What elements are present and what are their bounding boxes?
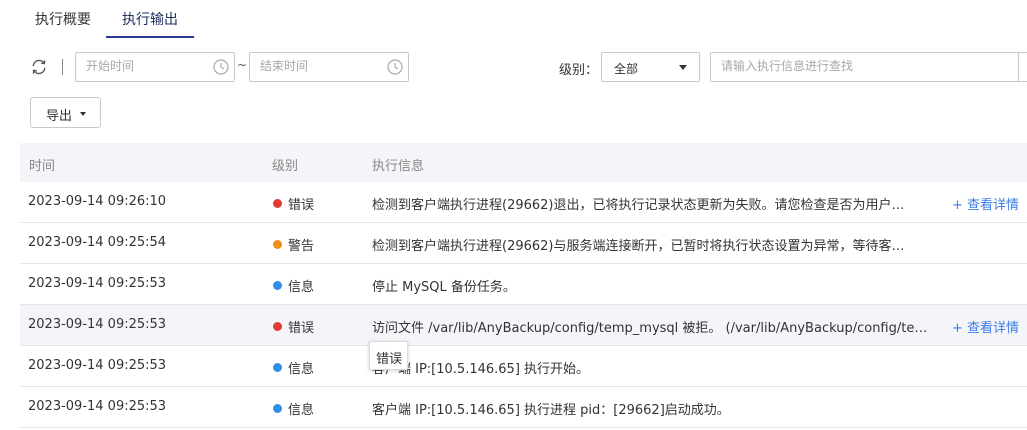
toolbar-divider <box>62 59 63 75</box>
column-header-time: 时间 <box>29 159 56 174</box>
row-time: 2023-09-14 09:25:53 <box>28 317 167 332</box>
table-row: 2023-09-14 09:25:53 信息 停止 MySQL 备份任务。 <box>20 264 1027 305</box>
start-time-picker[interactable] <box>75 52 235 82</box>
level-select[interactable]: 全部 <box>601 52 700 82</box>
row-time: 2023-09-14 09:26:10 <box>28 194 167 209</box>
level-status-dot <box>273 281 282 290</box>
clock-icon <box>213 59 229 75</box>
row-time: 2023-09-14 09:25:54 <box>28 235 167 250</box>
table-row: 2023-09-14 09:25:53 信息 客户端 IP:[10.5.146.… <box>20 387 1027 428</box>
view-details-link[interactable]: + 查看详情 <box>952 317 1019 336</box>
level-status-dot <box>273 404 282 413</box>
level-filter-label: 级别： <box>559 63 599 78</box>
tab-execution-summary[interactable]: 执行概要 <box>35 9 91 37</box>
table-row: 2023-09-14 09:25:54 警告 检测到客户端执行进程(29662)… <box>20 223 1027 264</box>
level-status-dot <box>273 240 282 249</box>
row-time: 2023-09-14 09:25:53 <box>28 358 167 373</box>
row-level: 错误 <box>288 198 315 213</box>
export-button[interactable]: 导出 <box>30 97 101 128</box>
column-header-message: 执行信息 <box>372 159 425 174</box>
column-header-level: 级别 <box>272 159 299 174</box>
row-message: 访问文件 /var/lib/AnyBackup/config/temp_mysq… <box>372 321 928 336</box>
tab-execution-output[interactable]: 执行输出 <box>106 9 194 38</box>
tooltip-text: 错误 <box>376 352 403 367</box>
end-time-picker[interactable] <box>249 52 409 82</box>
refresh-icon[interactable] <box>30 58 48 76</box>
level-select-value: 全部 <box>614 62 639 76</box>
clock-icon <box>387 59 403 75</box>
level-status-dot <box>273 199 282 208</box>
level-status-dot <box>273 363 282 372</box>
row-time: 2023-09-14 09:25:53 <box>28 399 167 414</box>
row-level: 信息 <box>288 362 315 377</box>
row-level: 警告 <box>288 239 315 254</box>
row-level: 信息 <box>288 403 315 418</box>
table-row: 2023-09-14 09:25:53 错误 访问文件 /var/lib/Any… <box>20 305 1027 346</box>
row-message: 检测到客户端执行进程(29662)与服务端连接断开，已暂时将执行状态设置为异常，… <box>372 239 905 254</box>
search-box[interactable] <box>710 52 1027 82</box>
row-message: 客户端 IP:[10.5.146.65] 执行开始。 <box>372 362 590 377</box>
tab-bar: 执行概要 执行输出 <box>0 0 1027 38</box>
row-level: 错误 <box>288 321 315 336</box>
search-divider <box>1018 53 1019 81</box>
search-input[interactable] <box>721 59 1011 73</box>
start-time-input[interactable] <box>86 59 206 73</box>
export-button-label: 导出 <box>46 109 73 124</box>
view-details-link[interactable]: + 查看详情 <box>952 194 1019 213</box>
row-message: 停止 MySQL 备份任务。 <box>372 280 516 295</box>
table-header: 时间 级别 执行信息 <box>20 143 1027 182</box>
end-time-input[interactable] <box>260 59 380 73</box>
row-level: 信息 <box>288 280 315 295</box>
row-message: 客户端 IP:[10.5.146.65] 执行进程 pid：[29662]启动成… <box>372 403 730 418</box>
table-row: 2023-09-14 09:26:10 错误 检测到客户端执行进程(29662)… <box>20 182 1027 223</box>
row-message: 检测到客户端执行进程(29662)退出，已将执行记录状态更新为失败。请您检查是否… <box>372 198 905 213</box>
level-tooltip: 错误 <box>369 341 408 370</box>
caret-down-icon <box>80 112 86 116</box>
range-separator: ~ <box>237 58 248 72</box>
level-status-dot <box>273 322 282 331</box>
table-row: 2023-09-14 09:25:53 信息 客户端 IP:[10.5.146.… <box>20 346 1027 387</box>
row-time: 2023-09-14 09:25:53 <box>28 276 167 291</box>
caret-down-icon <box>679 65 687 70</box>
